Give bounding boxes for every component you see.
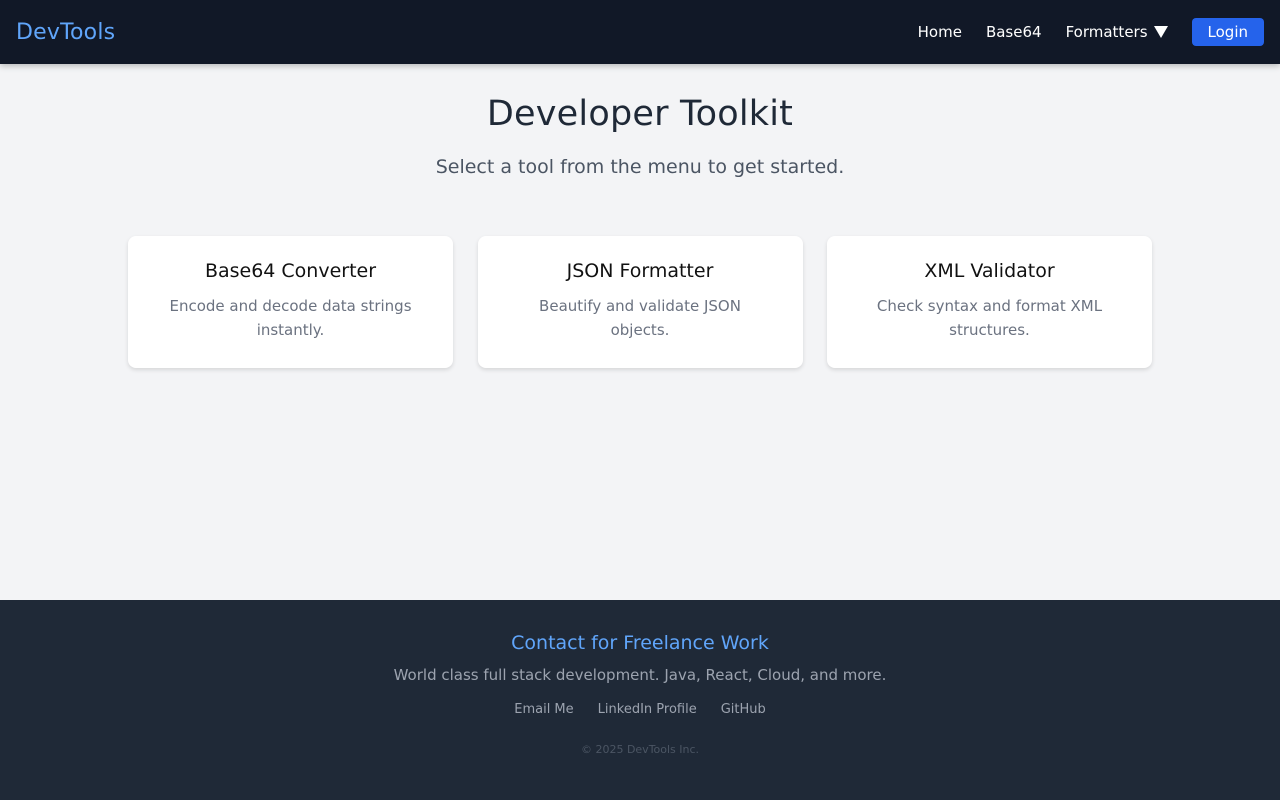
tool-card-title: JSON Formatter — [566, 260, 714, 282]
copyright-text: © 2025 DevTools Inc. — [580, 743, 700, 756]
nav-dropdown-formatters-label: Formatters — [1065, 23, 1148, 41]
tool-card-xml-validator[interactable]: XML Validator Check syntax and format XM… — [827, 236, 1152, 368]
tool-card-title: XML Validator — [924, 260, 1055, 282]
page-title: Developer Toolkit — [486, 94, 794, 134]
brand-logo-link[interactable]: DevTools — [16, 20, 115, 45]
tool-card-description: Encode and decode data strings instantly… — [169, 297, 412, 339]
footer-link-linkedin[interactable]: LinkedIn Profile — [598, 702, 697, 717]
footer-link-email[interactable]: Email Me — [514, 702, 573, 717]
footer-links: Email Me LinkedIn Profile GitHub — [0, 702, 1280, 717]
tool-card-json-formatter[interactable]: JSON Formatter Beautify and validate JSO… — [477, 236, 803, 368]
site-footer: Contact for Freelance Work World class f… — [0, 600, 1280, 800]
footer-link-github[interactable]: GitHub — [721, 702, 766, 717]
caret-down-icon — [1153, 26, 1168, 38]
login-button[interactable]: Login — [1191, 18, 1264, 46]
nav-link-base64[interactable]: Base64 — [986, 23, 1042, 41]
page-subtitle: Select a tool from the menu to get start… — [435, 156, 845, 178]
tool-card-description: Check syntax and format XML structures. — [876, 297, 1103, 339]
footer-title: Contact for Freelance Work — [511, 632, 769, 654]
tool-card-title: Base64 Converter — [204, 260, 377, 282]
top-navbar: DevTools Home Base64 Formatters Login — [0, 0, 1280, 64]
tool-card-base64-converter[interactable]: Base64 Converter Encode and decode data … — [128, 236, 453, 368]
nav-dropdown-formatters[interactable]: Formatters — [1066, 23, 1168, 41]
tool-card-description: Beautify and validate JSON objects. — [539, 297, 741, 339]
main-content: Developer Toolkit Select a tool from the… — [0, 64, 1280, 600]
nav-links: Home Base64 Formatters Login — [918, 18, 1264, 46]
nav-link-home[interactable]: Home — [918, 23, 962, 41]
tool-cards: Base64 Converter Encode and decode data … — [128, 236, 1152, 368]
footer-tagline: World class full stack development. Java… — [393, 666, 887, 684]
